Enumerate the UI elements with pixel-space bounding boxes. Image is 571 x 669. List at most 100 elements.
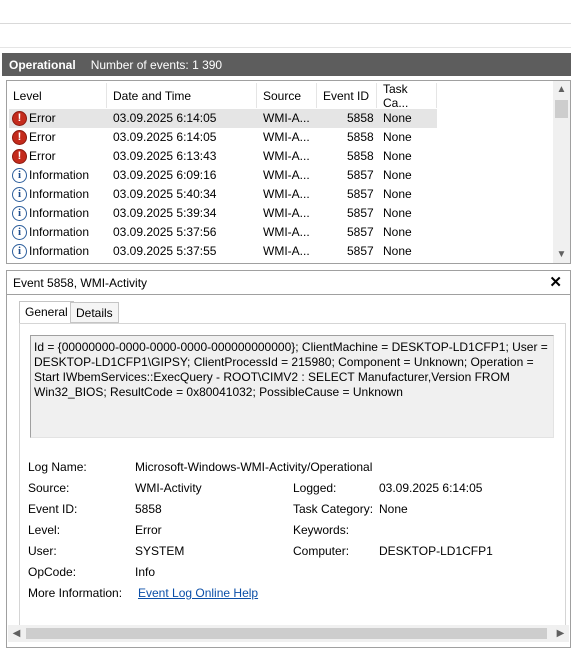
info-icon: i <box>12 244 27 259</box>
cell-level: Information <box>29 244 90 258</box>
table-row[interactable]: i Information 03.09.2025 5:39:34 WMI-A... 58… <box>9 204 437 223</box>
cell-event-id: 5858 <box>347 111 374 125</box>
value-computer: DESKTOP-LD1CFP1 <box>379 544 493 558</box>
label-opcode: OpCode: <box>28 565 77 579</box>
cell-source: WMI-A... <box>263 149 310 163</box>
scroll-thumb[interactable] <box>555 100 568 118</box>
h-scroll-thumb[interactable] <box>26 628 547 639</box>
cell-event-id: 5857 <box>347 168 374 182</box>
label-task-category: Task Category: <box>293 502 374 516</box>
value-opcode: Info <box>135 565 156 579</box>
table-row[interactable]: i Information 03.09.2025 6:09:16 WMI-A... 58… <box>9 166 437 185</box>
table-row[interactable]: ! Error 03.09.2025 6:13:43 WMI-A... 5858 None <box>9 147 437 166</box>
cell-level: Information <box>29 206 90 220</box>
table-row[interactable]: ! Error 03.09.2025 6:14:05 WMI-A... 5858 None <box>9 128 437 147</box>
scroll-left-icon[interactable]: ◀ <box>8 625 25 642</box>
cell-level: Information <box>29 187 90 201</box>
cell-event-id: 5857 <box>347 244 374 258</box>
value-user: SYSTEM <box>135 544 185 558</box>
cell-date: 03.09.2025 5:39:34 <box>113 206 217 220</box>
value-task-category: None <box>379 502 408 516</box>
cell-event-id: 5858 <box>347 149 374 163</box>
close-icon[interactable]: ✕ <box>549 274 562 292</box>
info-icon: i <box>12 168 27 183</box>
cell-task: None <box>383 225 412 239</box>
value-level: Error <box>135 523 162 537</box>
toolbar-strip-2 <box>0 24 571 48</box>
label-keywords: Keywords: <box>293 523 350 537</box>
cell-source: WMI-A... <box>263 130 310 144</box>
online-help-link[interactable]: Event Log Online Help <box>138 586 258 600</box>
pane-header: Operational Number of events: 1 390 <box>2 53 571 76</box>
cell-task: None <box>383 244 412 258</box>
value-event-id: 5858 <box>135 502 162 516</box>
label-event-id: Event ID: <box>28 502 78 516</box>
cell-date: 03.09.2025 6:13:43 <box>113 149 217 163</box>
scroll-down-icon[interactable]: ▼ <box>553 246 570 263</box>
table-row[interactable]: i Information 03.09.2025 5:40:34 WMI-A... 58… <box>9 185 437 204</box>
cell-source: WMI-A... <box>263 225 310 239</box>
vertical-scrollbar[interactable]: ▲ ▼ <box>553 81 570 263</box>
info-icon: i <box>12 225 27 240</box>
tab-general[interactable]: General <box>19 301 74 324</box>
general-panel: Id = {00000000-0000-0000-0000-0000000000… <box>19 323 566 627</box>
detail-title: Event 5858, WMI-Activity ✕ <box>7 271 570 295</box>
table-row[interactable]: ! Error 03.09.2025 6:14:05 WMI-A... 5858 None <box>9 109 437 128</box>
cell-source: WMI-A... <box>263 168 310 182</box>
event-count: Number of events: 1 390 <box>90 57 223 72</box>
tab-details[interactable]: Details <box>70 302 119 323</box>
cell-source: WMI-A... <box>263 187 310 201</box>
cell-date: 03.09.2025 5:37:55 <box>113 244 217 258</box>
value-source: WMI-Activity <box>135 481 202 495</box>
toolbar-strip <box>0 0 571 24</box>
log-title: Operational <box>9 57 76 72</box>
cell-source: WMI-A... <box>263 111 310 125</box>
table-row[interactable]: i Information 03.09.2025 5:37:55 WMI-A... 58… <box>9 242 437 261</box>
value-logged: 03.09.2025 6:14:05 <box>379 481 483 495</box>
horizontal-scrollbar[interactable]: ◀ ▶ <box>8 625 569 642</box>
info-icon: i <box>12 206 27 221</box>
label-computer: Computer: <box>293 544 350 558</box>
table-row[interactable]: i Information 03.09.2025 5:37:56 WMI-A... 58… <box>9 223 437 242</box>
label-more-info: More Information: <box>28 586 123 600</box>
cell-task: None <box>383 149 412 163</box>
event-description[interactable]: Id = {00000000-0000-0000-0000-0000000000… <box>30 335 554 438</box>
cell-task: None <box>383 111 412 125</box>
label-log-name: Log Name: <box>28 460 87 474</box>
cell-level: Information <box>29 168 90 182</box>
value-log-name: Microsoft-Windows-WMI-Activity/Operation… <box>135 460 373 474</box>
cell-date: 03.09.2025 6:09:16 <box>113 168 217 182</box>
cell-date: 03.09.2025 6:14:05 <box>113 130 217 144</box>
cell-date: 03.09.2025 5:37:56 <box>113 225 217 239</box>
label-level: Level: <box>28 523 61 537</box>
cell-task: None <box>383 168 412 182</box>
event-detail-pane: Event 5858, WMI-Activity ✕ General Detai… <box>6 270 571 648</box>
label-logged: Logged: <box>293 481 337 495</box>
error-icon: ! <box>12 111 27 126</box>
cell-task: None <box>383 130 412 144</box>
cell-event-id: 5857 <box>347 225 374 239</box>
column-date-time[interactable]: Date and Time <box>107 83 257 108</box>
label-user: User: <box>28 544 57 558</box>
cell-date: 03.09.2025 5:40:34 <box>113 187 217 201</box>
cell-level: Error <box>29 149 56 163</box>
error-icon: ! <box>12 130 27 145</box>
info-icon: i <box>12 187 27 202</box>
scroll-up-icon[interactable]: ▲ <box>553 81 570 98</box>
column-source[interactable]: Source <box>257 83 317 108</box>
cell-level: Information <box>29 225 90 239</box>
column-level[interactable]: Level <box>7 83 107 108</box>
event-list[interactable]: Level Date and Time Source Event ID Task… <box>6 80 571 264</box>
column-task-category[interactable]: Task Ca... <box>377 82 437 110</box>
scroll-right-icon[interactable]: ▶ <box>552 625 569 642</box>
cell-event-id: 5857 <box>347 187 374 201</box>
cell-source: WMI-A... <box>263 206 310 220</box>
cell-event-id: 5857 <box>347 206 374 220</box>
column-event-id[interactable]: Event ID <box>317 83 377 108</box>
cell-task: None <box>383 187 412 201</box>
label-source: Source: <box>28 481 70 495</box>
cell-source: WMI-A... <box>263 244 310 258</box>
cell-level: Error <box>29 130 56 144</box>
cell-event-id: 5858 <box>347 130 374 144</box>
error-icon: ! <box>12 149 27 164</box>
